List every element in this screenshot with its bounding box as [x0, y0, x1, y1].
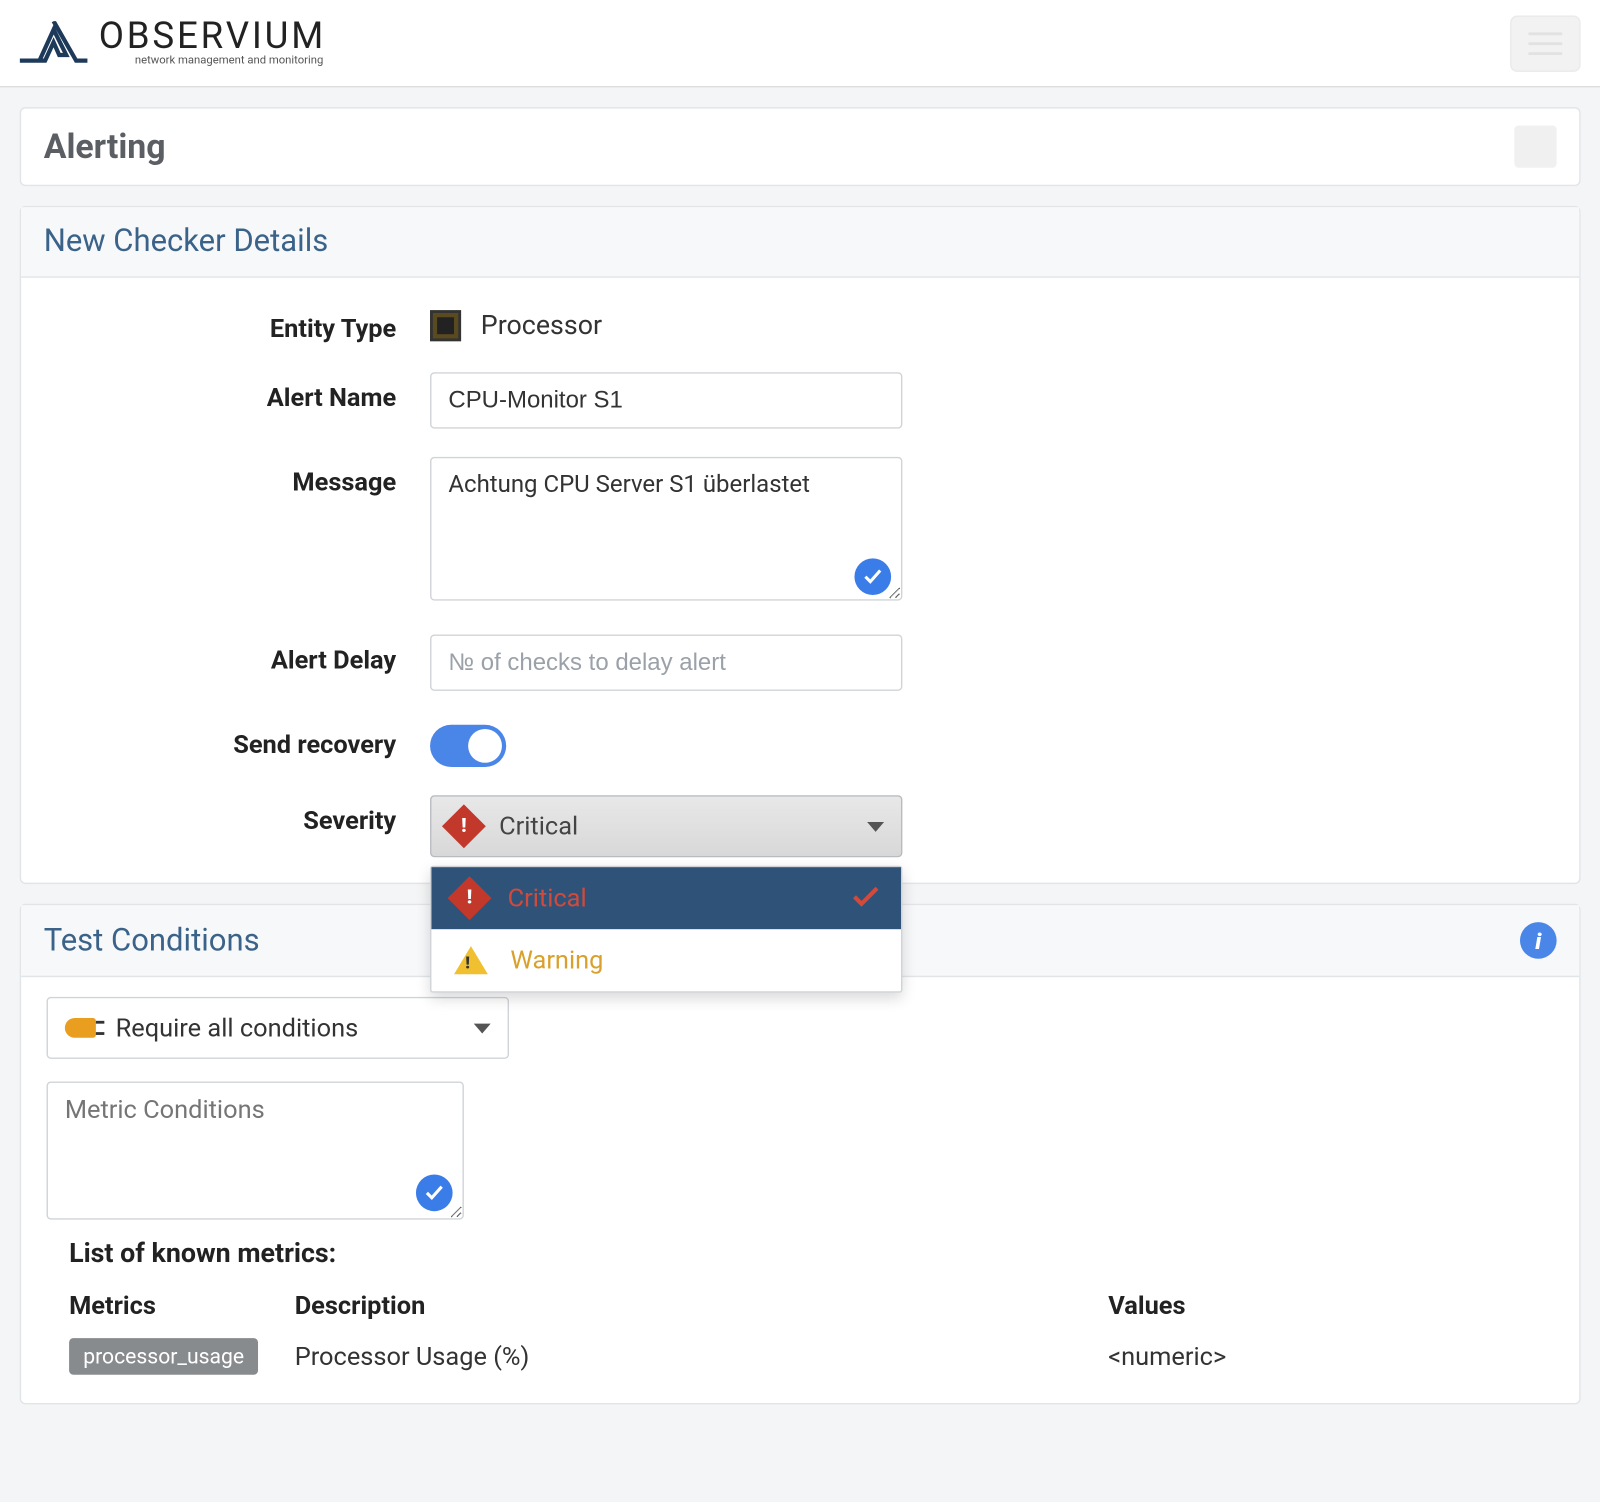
- col-header-description: Description: [295, 1292, 1109, 1322]
- critical-icon: !: [442, 804, 486, 848]
- chevron-down-icon: [474, 1023, 491, 1033]
- send-recovery-label: Send recovery: [47, 719, 431, 760]
- known-metrics-label: List of known metrics:: [69, 1237, 1554, 1269]
- message-textarea[interactable]: [430, 457, 902, 601]
- check-icon: [853, 883, 878, 913]
- conditions-panel-title: Test Conditions: [44, 923, 260, 958]
- alert-name-input[interactable]: [430, 372, 902, 428]
- metric-conditions-textarea[interactable]: [47, 1081, 464, 1219]
- message-valid-icon: [854, 558, 891, 595]
- metric-valid-icon: [416, 1175, 453, 1212]
- processor-icon: [430, 309, 461, 340]
- logo-peak-icon: [20, 22, 91, 64]
- brand-logo[interactable]: OBSERVIUM network management and monitor…: [20, 21, 326, 64]
- metric-values: <numeric>: [1108, 1342, 1531, 1372]
- warning-icon: !: [454, 946, 488, 974]
- page-titlebar: Alerting: [20, 107, 1581, 186]
- alert-name-label: Alert Name: [47, 372, 431, 413]
- entity-type-value: Processor: [481, 309, 602, 341]
- col-header-metrics: Metrics: [69, 1292, 295, 1322]
- col-header-values: Values: [1108, 1292, 1531, 1322]
- condition-mode-select[interactable]: Require all conditions: [47, 997, 509, 1059]
- table-row: processor_usage Processor Usage (%) <num…: [47, 1330, 1554, 1384]
- severity-dropdown: ! Critical ! Warning: [430, 866, 902, 993]
- alert-delay-input[interactable]: [430, 635, 902, 691]
- chevron-down-icon: [867, 821, 884, 831]
- page-title: Alerting: [44, 127, 166, 166]
- severity-option-warning[interactable]: ! Warning: [431, 929, 901, 991]
- metrics-table: Metrics Description Values processor_usa…: [47, 1283, 1554, 1383]
- brand-name: OBSERVIUM: [99, 21, 326, 54]
- checker-panel-title: New Checker Details: [44, 224, 329, 259]
- message-label: Message: [47, 457, 431, 498]
- metric-tag: processor_usage: [69, 1338, 258, 1375]
- severity-value: Critical: [499, 811, 578, 841]
- send-recovery-toggle[interactable]: [430, 725, 506, 767]
- checker-details-panel: New Checker Details Entity Type Processo…: [20, 206, 1581, 884]
- titlebar-collapse-button[interactable]: [1514, 125, 1556, 167]
- plug-icon: [65, 1018, 96, 1038]
- metric-description: Processor Usage (%): [295, 1342, 1109, 1372]
- critical-icon: !: [448, 876, 492, 920]
- info-icon[interactable]: i: [1520, 922, 1557, 959]
- menu-toggle-button[interactable]: [1510, 15, 1581, 71]
- condition-mode-value: Require all conditions: [116, 1013, 359, 1043]
- alert-delay-label: Alert Delay: [47, 635, 431, 676]
- brand-tagline: network management and monitoring: [135, 54, 326, 64]
- entity-type-label: Entity Type: [47, 303, 431, 344]
- navbar: OBSERVIUM network management and monitor…: [0, 0, 1600, 87]
- severity-select[interactable]: ! Critical: [430, 795, 902, 857]
- severity-label: Severity: [47, 795, 431, 836]
- severity-option-critical[interactable]: ! Critical: [431, 867, 901, 929]
